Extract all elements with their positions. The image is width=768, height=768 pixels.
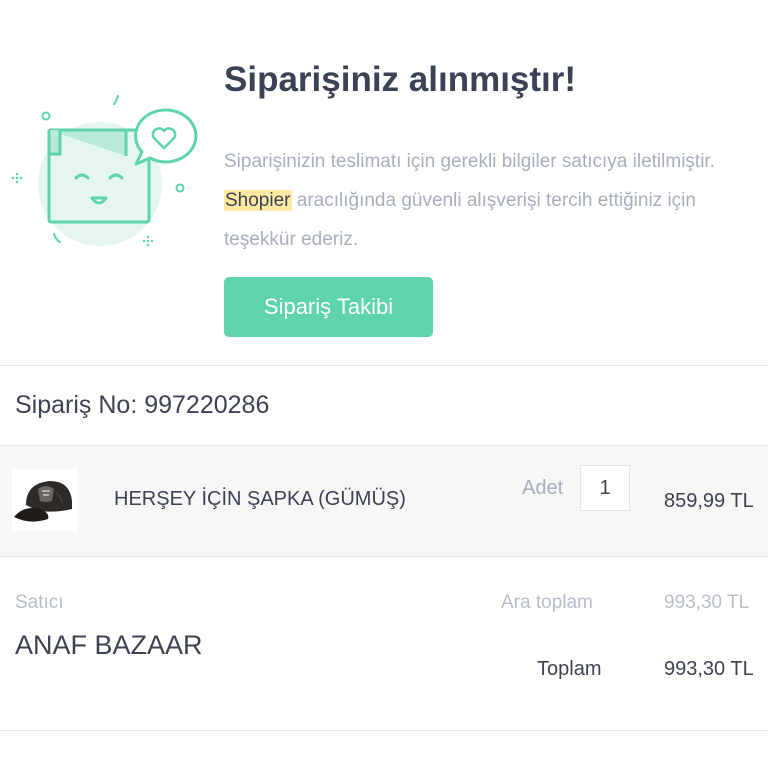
order-number: Sipariş No: 997220286 <box>15 391 270 419</box>
subtotal-value: 993,30 TL <box>664 592 750 613</box>
order-confirmation-hero: Siparişiniz alınmıştır! Siparişinizin te… <box>0 0 768 365</box>
confirmation-description: Siparişinizin teslimatı için gerekli bil… <box>224 142 768 259</box>
description-line-2: Shopier aracılığında güvenli alışverişi … <box>224 181 768 220</box>
product-name: HERŞEY İÇİN ŞAPKA (GÜMÜŞ) <box>114 488 406 510</box>
divider <box>0 365 768 366</box>
order-item-row: HERŞEY İÇİN ŞAPKA (GÜMÜŞ) Adet 1 859,99 … <box>0 446 768 556</box>
total-value: 993,30 TL <box>664 658 754 680</box>
seller-label: Satıcı <box>15 592 64 613</box>
order-tracking-button[interactable]: Sipariş Takibi <box>224 277 433 337</box>
description-line-3: teşekkür ederiz. <box>224 229 359 250</box>
subtotal-label: Ara toplam <box>501 592 593 613</box>
divider <box>0 556 768 557</box>
seller-name: ANAF BAZAAR <box>15 630 203 660</box>
product-thumbnail-cap-image <box>12 469 78 531</box>
confirmation-title: Siparişiniz alınmıştır! <box>224 60 577 99</box>
shopier-brand-highlight: Shopier <box>224 190 292 211</box>
divider <box>0 730 768 731</box>
happy-package-icon <box>11 95 198 247</box>
description-line-2-text: aracılığında güvenli alışverişi tercih e… <box>291 190 696 211</box>
product-price: 859,99 TL <box>664 490 754 512</box>
description-line-1: Siparişinizin teslimatı için gerekli bil… <box>224 151 715 172</box>
quantity-label: Adet <box>522 477 564 499</box>
total-label: Toplam <box>537 658 602 680</box>
quantity-field[interactable]: 1 <box>580 465 630 511</box>
